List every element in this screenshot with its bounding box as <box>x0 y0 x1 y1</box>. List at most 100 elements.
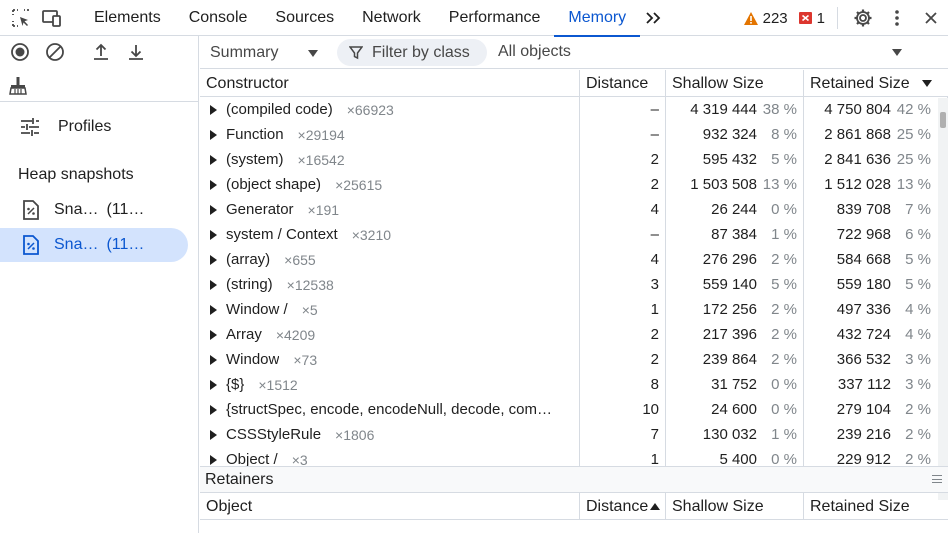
shallow-size-value: 24 600 <box>711 401 757 418</box>
expand-triangle-icon[interactable] <box>210 104 217 115</box>
table-row[interactable]: Window / ×5 1 172 256 2 % 497 336 4 % <box>200 297 948 322</box>
sidebar-item-snapshot-2[interactable]: Sna… (11… <box>0 228 188 262</box>
table-row[interactable]: (string) ×12538 3 559 140 5 % 559 180 5 % <box>200 272 948 297</box>
distance-cell: 4 <box>580 197 666 222</box>
retainers-column-object[interactable]: Object <box>200 493 580 520</box>
expand-triangle-icon[interactable] <box>210 329 217 340</box>
tab-memory[interactable]: Memory <box>554 0 640 37</box>
devtools-tab-bar: Elements Console Sources Network Perform… <box>0 0 948 37</box>
close-devtools-icon[interactable] <box>914 0 948 36</box>
table-row[interactable]: (system) ×16542 2 595 432 5 % 2 841 636 25 % <box>200 147 948 172</box>
constructor-cell: Window ×73 <box>200 347 580 372</box>
table-row[interactable]: (array) ×655 4 276 296 2 % 584 668 5 % <box>200 247 948 272</box>
retained-size-percent: 6 % <box>905 226 931 243</box>
retained-size-cell: 1 512 028 13 % <box>804 172 948 197</box>
objects-select-dropdown[interactable]: All objects <box>498 43 571 61</box>
retainers-table-header: Object Distance Shallow Size Retained Si… <box>200 493 948 520</box>
table-row[interactable]: Function ×29194 – 932 324 8 % 2 861 868 25 % <box>200 122 948 147</box>
table-row[interactable]: {$} ×1512 8 31 752 0 % 337 112 3 % <box>200 372 948 397</box>
sidebar-item-profiles[interactable]: Profiles <box>0 110 188 144</box>
view-select-dropdown[interactable]: Summary <box>210 44 319 62</box>
record-icon[interactable] <box>8 40 32 64</box>
instance-count: ×191 <box>307 201 340 218</box>
shallow-size-percent: 0 % <box>771 201 797 218</box>
settings-gear-icon[interactable] <box>846 0 880 36</box>
retained-size-percent: 25 % <box>896 126 931 143</box>
distance-cell: – <box>580 97 666 122</box>
expand-triangle-icon[interactable] <box>210 404 217 415</box>
instance-count: ×12538 <box>286 276 334 293</box>
column-header-constructor[interactable]: Constructor <box>200 70 580 97</box>
expand-triangle-icon[interactable] <box>210 229 217 240</box>
tab-performance[interactable]: Performance <box>435 0 555 36</box>
device-toolbar-icon[interactable] <box>36 0 66 36</box>
errors-counter[interactable]: 1 <box>798 10 825 27</box>
expand-triangle-icon[interactable] <box>210 204 217 215</box>
chevron-down-icon[interactable] <box>892 49 902 56</box>
table-row[interactable]: system / Context ×3210 – 87 384 1 % 722 968 6 … <box>200 222 948 247</box>
more-tabs-chevron-icon[interactable] <box>640 0 668 36</box>
table-row[interactable]: {structSpec, encode, encodeNull, decode,… <box>200 397 948 422</box>
retained-size-cell: 432 724 4 % <box>804 322 948 347</box>
download-icon[interactable] <box>124 40 148 64</box>
shallow-size-percent: 2 % <box>771 326 797 343</box>
distance-value: 1 <box>650 301 659 318</box>
distance-value: 10 <box>642 401 659 418</box>
expand-triangle-icon[interactable] <box>210 154 217 165</box>
retainers-column-distance[interactable]: Distance <box>580 493 666 520</box>
expand-triangle-icon[interactable] <box>210 179 217 190</box>
expand-triangle-icon[interactable] <box>210 304 217 315</box>
table-row[interactable]: Generator ×191 4 26 244 0 % 839 708 7 % <box>200 197 948 222</box>
more-options-kebab-icon[interactable] <box>880 0 914 36</box>
distance-cell: – <box>580 222 666 247</box>
expand-triangle-icon[interactable] <box>210 429 217 440</box>
upload-icon[interactable] <box>89 40 113 64</box>
table-row[interactable]: (object shape) ×25615 2 1 503 508 13 % 1 512 … <box>200 172 948 197</box>
resize-grip-icon[interactable] <box>932 475 942 483</box>
sort-descending-icon <box>922 80 932 87</box>
instance-count: ×1806 <box>335 426 375 443</box>
clear-all-icon[interactable] <box>43 40 67 64</box>
shallow-size-cell: 26 244 0 % <box>666 197 804 222</box>
sliders-icon <box>20 118 44 136</box>
retainers-column-retained-size[interactable]: Retained Size <box>804 493 948 520</box>
tab-elements[interactable]: Elements <box>80 0 175 36</box>
column-header-distance[interactable]: Distance <box>580 70 666 97</box>
instance-count: ×29194 <box>297 126 345 143</box>
expand-triangle-icon[interactable] <box>210 454 217 465</box>
warnings-counter[interactable]: 223 <box>743 10 788 27</box>
tab-console[interactable]: Console <box>175 0 262 36</box>
tab-network[interactable]: Network <box>348 0 435 36</box>
scrollbar-thumb[interactable] <box>940 112 946 128</box>
retained-size-cell: 279 104 2 % <box>804 397 948 422</box>
retained-size-value: 722 968 <box>836 226 891 243</box>
constructor-name: Function <box>226 126 284 143</box>
constructor-cell: (array) ×655 <box>200 247 580 272</box>
expand-triangle-icon[interactable] <box>210 254 217 265</box>
garbage-collect-broom-icon[interactable] <box>6 74 30 98</box>
tab-sources[interactable]: Sources <box>261 0 348 36</box>
shallow-size-value: 31 752 <box>711 376 757 393</box>
sidebar-item-snapshot-1[interactable]: Sna… (11… <box>0 193 188 227</box>
expand-triangle-icon[interactable] <box>210 129 217 140</box>
expand-triangle-icon[interactable] <box>210 379 217 390</box>
retained-size-value: 2 841 636 <box>824 151 891 168</box>
table-row[interactable]: (compiled code) ×66923 – 4 319 444 38 % 4 750… <box>200 97 948 122</box>
table-row[interactable]: CSSStyleRule ×1806 7 130 032 1 % 239 216 2 % <box>200 422 948 447</box>
table-scrollbar[interactable] <box>938 98 948 500</box>
retained-size-percent: 3 % <box>905 351 931 368</box>
inspect-element-icon[interactable] <box>6 0 36 36</box>
shallow-size-value: 239 864 <box>702 351 757 368</box>
instance-count: ×73 <box>293 351 318 368</box>
distance-value: 4 <box>650 201 659 218</box>
distance-value: – <box>650 126 659 143</box>
expand-triangle-icon[interactable] <box>210 279 217 290</box>
column-header-retained-size[interactable]: Retained Size <box>804 70 948 97</box>
table-row[interactable]: Window ×73 2 239 864 2 % 366 532 3 % <box>200 347 948 372</box>
filter-by-class-input[interactable]: Filter by class <box>337 39 487 66</box>
retainers-column-shallow-size[interactable]: Shallow Size <box>666 493 804 520</box>
expand-triangle-icon[interactable] <box>210 354 217 365</box>
column-header-shallow-size[interactable]: Shallow Size <box>666 70 804 97</box>
instance-count: ×3210 <box>351 226 392 243</box>
table-row[interactable]: Array ×4209 2 217 396 2 % 432 724 4 % <box>200 322 948 347</box>
